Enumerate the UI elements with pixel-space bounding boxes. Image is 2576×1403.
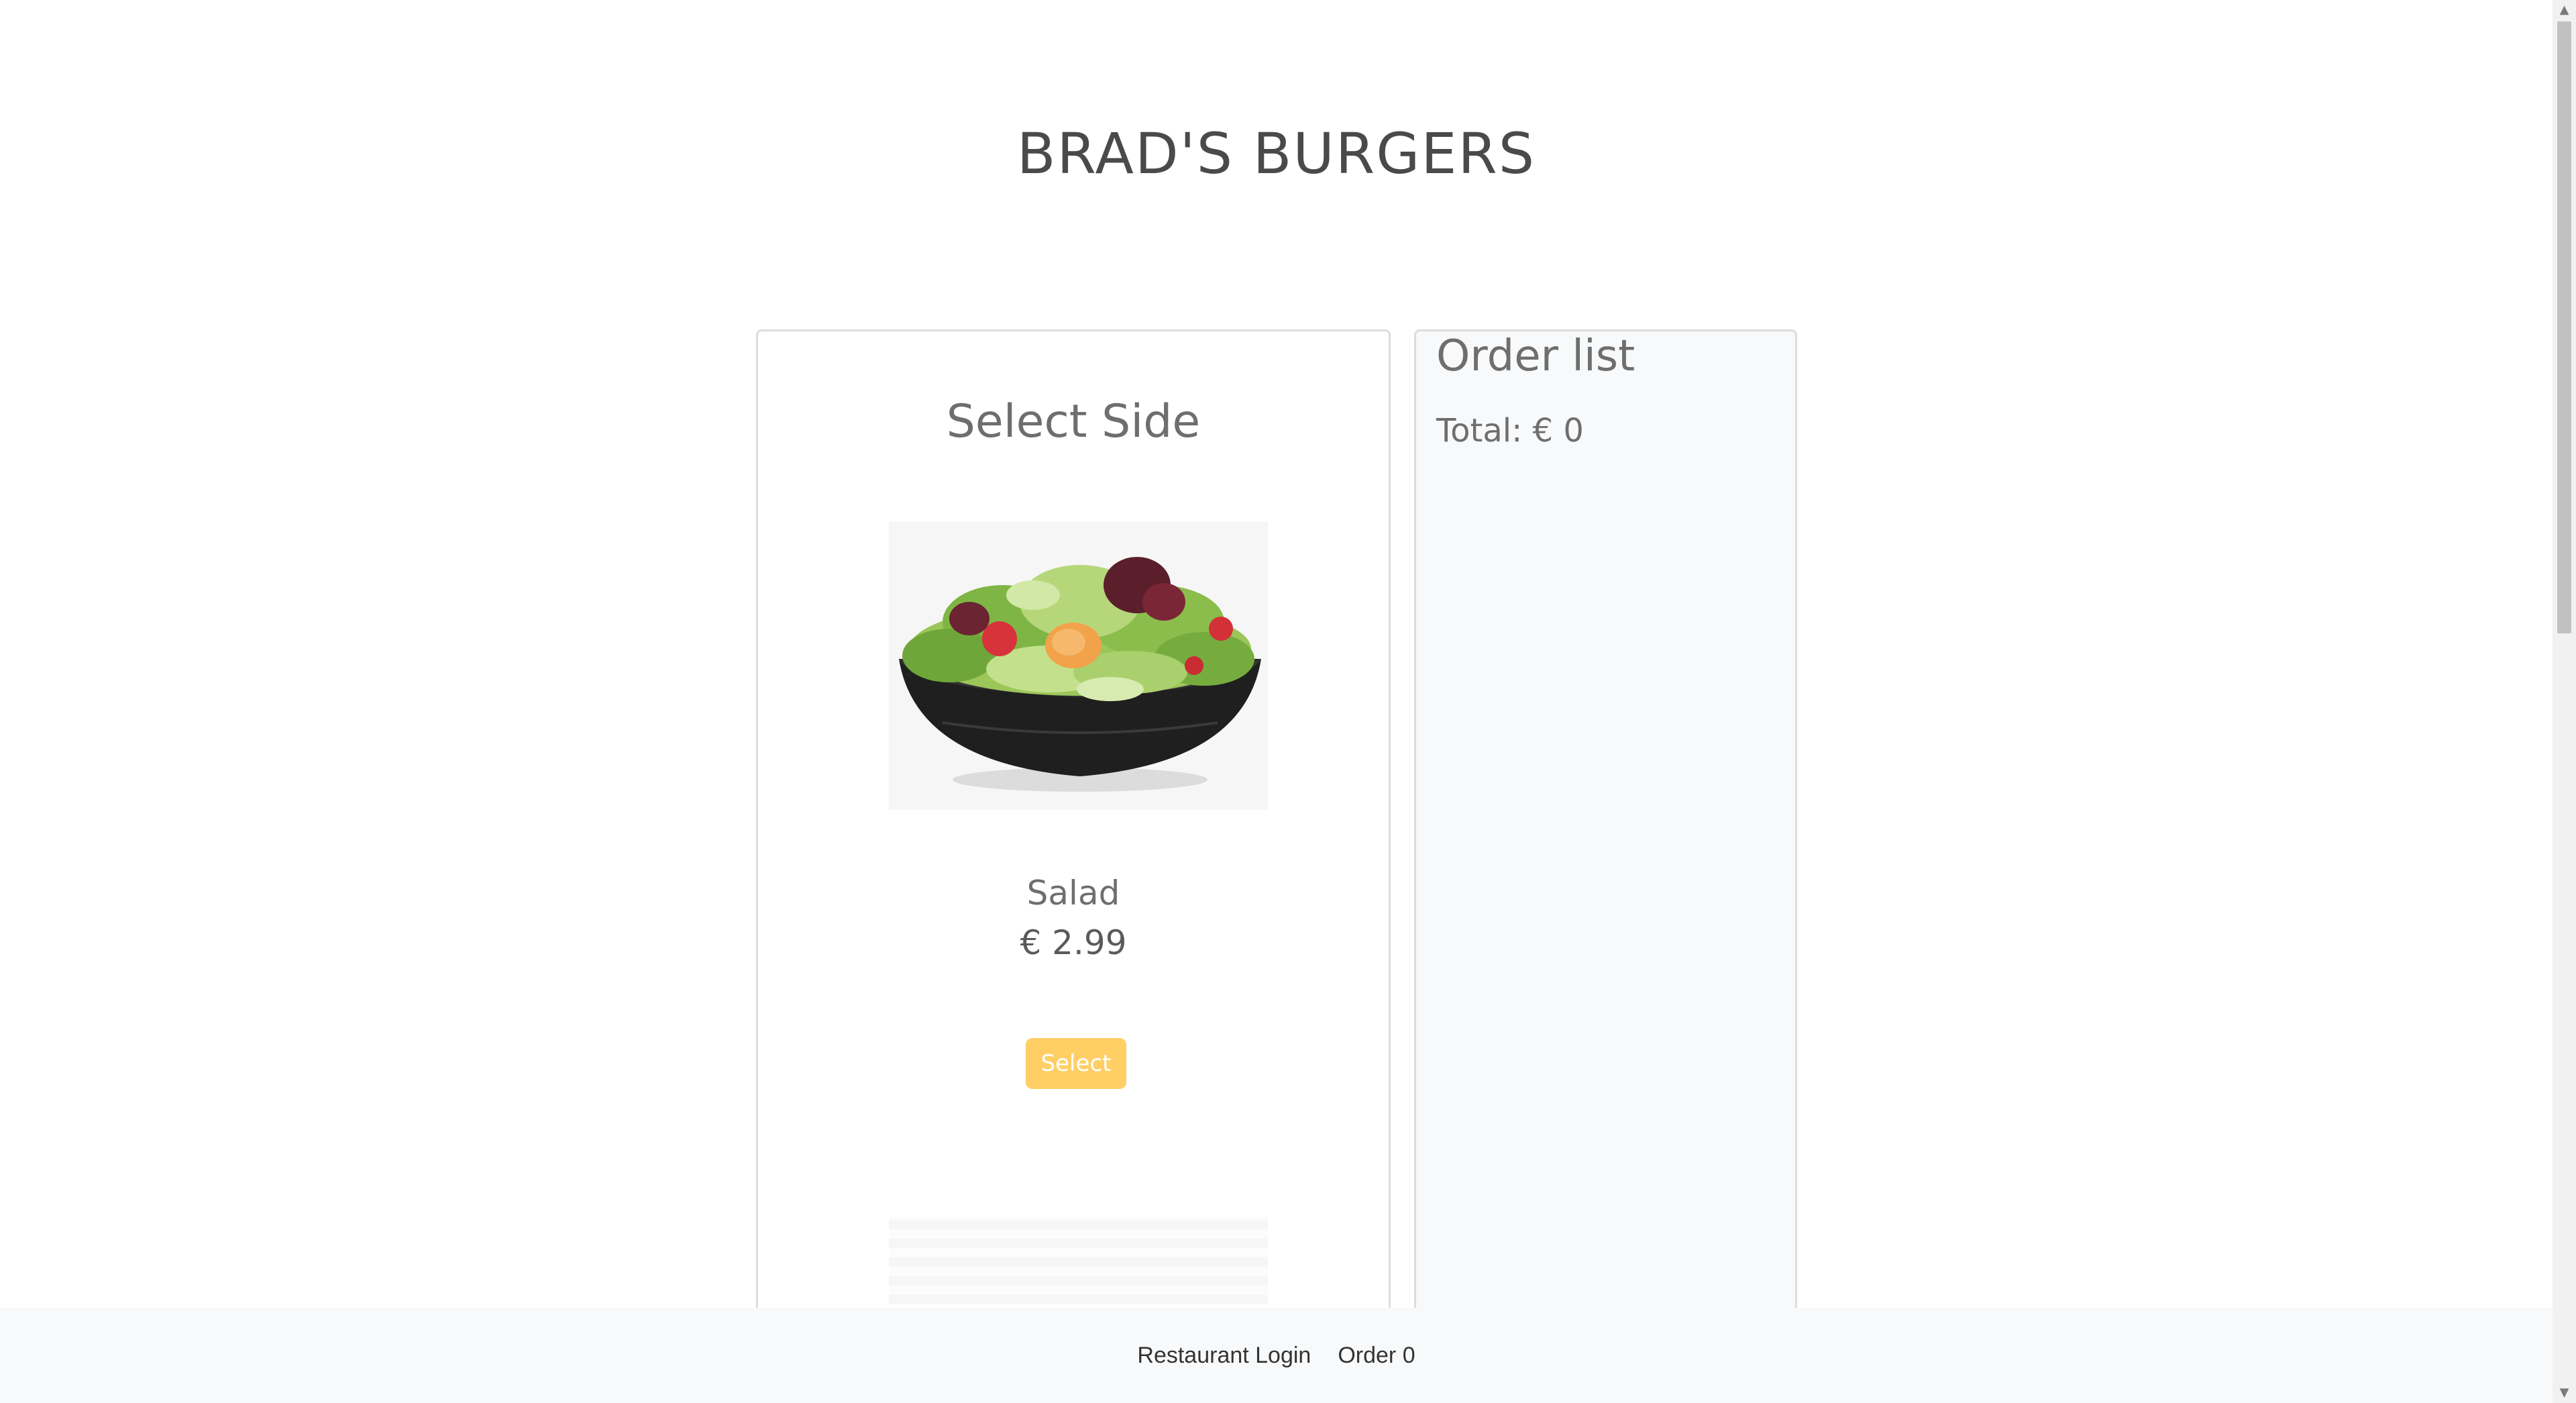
order-total: Total: € 0 <box>1436 412 1584 450</box>
restaurant-login-link[interactable]: Restaurant Login <box>1137 1343 1311 1369</box>
footer-nav: Restaurant Login Order 0 <box>0 1308 2553 1403</box>
scroll-down-arrow-icon[interactable]: ▼ <box>2553 1383 2576 1403</box>
select-button[interactable]: Select <box>1026 1038 1126 1089</box>
salad-image <box>889 521 1268 810</box>
side-selection-panel: Select Side Salad € 2.99 Select <box>756 329 1391 1403</box>
vertical-scrollbar[interactable]: ▲ ▼ <box>2553 0 2576 1403</box>
order-link[interactable]: Order 0 <box>1338 1343 1415 1369</box>
scroll-up-arrow-icon[interactable]: ▲ <box>2553 0 2576 20</box>
scroll-thumb[interactable] <box>2557 21 2571 633</box>
product-price: € 2.99 <box>1020 923 1127 962</box>
order-list-panel: Order list Total: € 0 <box>1414 329 1797 1403</box>
next-product-image <box>889 1217 1268 1304</box>
salad-bowl-icon <box>899 557 1261 792</box>
product-name: Salad <box>1026 874 1120 913</box>
side-selection-title: Select Side <box>946 395 1201 448</box>
brand-title: BRAD'S BURGERS <box>1016 121 1536 187</box>
page: BRAD'S BURGERS Select Side Salad € 2.99 … <box>0 0 2553 1403</box>
order-list-title: Order list <box>1436 331 1635 381</box>
